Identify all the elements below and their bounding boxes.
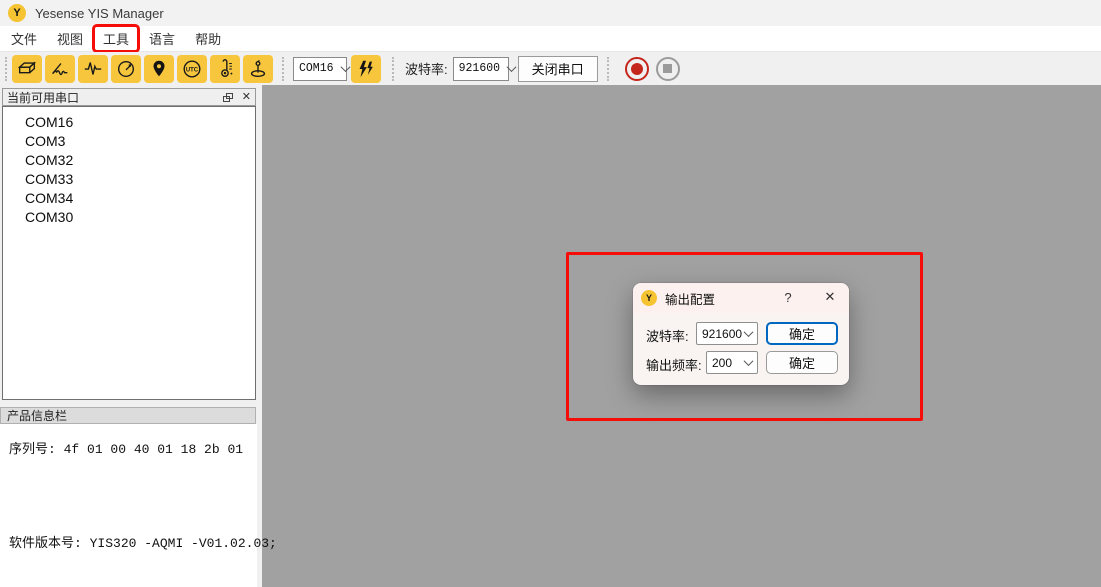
record-button[interactable] bbox=[625, 57, 649, 81]
menu-help[interactable]: 帮助 bbox=[186, 26, 230, 51]
serial-number-value: 4f 01 00 40 01 18 2b 01 bbox=[64, 442, 243, 457]
dialog-title-bar: Y 输出配置 bbox=[633, 283, 849, 313]
product-info-panel: 序列号: 4f 01 00 40 01 18 2b 01 软件版本号: YIS3… bbox=[0, 424, 257, 587]
svg-text:UTC: UTC bbox=[186, 67, 199, 73]
baud-select-value: 921600 bbox=[459, 62, 500, 75]
title-bar: Y Yesense YIS Manager bbox=[0, 0, 1101, 26]
close-panel-icon[interactable]: ✕ bbox=[242, 92, 251, 103]
cube-3d-icon[interactable] bbox=[12, 55, 42, 83]
app-window: Y Yesense YIS Manager 文件 视图 工具 语言 帮助 bbox=[0, 0, 1101, 587]
menu-view[interactable]: 视图 bbox=[48, 26, 92, 51]
stop-button[interactable] bbox=[656, 57, 680, 81]
refresh-ports-button[interactable] bbox=[351, 55, 381, 83]
baud-select[interactable]: 921600 bbox=[453, 57, 509, 81]
dialog-logo-icon: Y bbox=[641, 290, 657, 306]
gauge-icon[interactable] bbox=[111, 55, 141, 83]
thermometer-icon[interactable] bbox=[210, 55, 240, 83]
record-icon bbox=[631, 63, 643, 75]
float-panel-icon[interactable] bbox=[223, 93, 233, 102]
menu-file[interactable]: 文件 bbox=[2, 26, 46, 51]
port-select[interactable]: COM16 bbox=[293, 57, 347, 81]
close-serial-port-button[interactable]: 关闭串口 bbox=[518, 56, 598, 82]
list-item-port[interactable]: COM3 bbox=[3, 132, 255, 151]
menu-tools[interactable]: 工具 bbox=[94, 26, 138, 51]
app-logo-icon: Y bbox=[8, 4, 26, 22]
dialog-baud-select[interactable]: 921600 bbox=[696, 322, 758, 345]
location-pin-icon[interactable] bbox=[144, 55, 174, 83]
list-item-port[interactable]: COM32 bbox=[3, 151, 255, 170]
chevron-down-icon bbox=[340, 62, 350, 72]
dialog-baud-confirm-button[interactable]: 确定 bbox=[766, 322, 838, 345]
waveform-icon[interactable] bbox=[78, 55, 108, 83]
window-title: Yesense YIS Manager bbox=[35, 6, 164, 21]
dock-header: 当前可用串口 ✕ bbox=[2, 88, 256, 106]
serial-port-dock-panel: 当前可用串口 ✕ COM16 COM3 COM32 COM33 COM34 CO… bbox=[0, 85, 262, 587]
baud-rate-label: 波特率: bbox=[405, 59, 448, 78]
toolbar-grip[interactable] bbox=[392, 57, 394, 81]
list-item-port[interactable]: COM33 bbox=[3, 170, 255, 189]
port-select-value: COM16 bbox=[299, 62, 334, 75]
dialog-freq-confirm-button[interactable]: 确定 bbox=[766, 351, 838, 374]
toolbar-grip[interactable] bbox=[282, 57, 284, 81]
software-version-value: YIS320 -AQMI -V01.02.03; bbox=[90, 536, 277, 551]
dialog-freq-value: 200 bbox=[712, 356, 732, 370]
utc-clock-icon[interactable]: UTC bbox=[177, 55, 207, 83]
software-version-line: 软件版本号: YIS320 -AQMI -V01.02.03; bbox=[9, 532, 277, 551]
toolbar: UTC COM16 波特率: 9216 bbox=[0, 52, 1101, 85]
software-version-label: 软件版本号: bbox=[9, 536, 82, 551]
stop-icon bbox=[663, 64, 672, 73]
product-info-header: 产品信息栏 bbox=[0, 407, 256, 424]
dock-title: 当前可用串口 bbox=[7, 89, 79, 106]
output-config-dialog: Y 输出配置 ? ✕ 波特率: 921600 确定 输出频率: 200 确定 bbox=[633, 283, 849, 385]
list-item-port[interactable]: COM16 bbox=[3, 113, 255, 132]
dialog-title: 输出配置 bbox=[665, 289, 715, 308]
list-item-port[interactable]: COM34 bbox=[3, 189, 255, 208]
serial-number-label: 序列号: bbox=[9, 442, 56, 457]
menu-bar: 文件 视图 工具 语言 帮助 bbox=[0, 26, 1101, 52]
serial-number-line: 序列号: 4f 01 00 40 01 18 2b 01 bbox=[9, 438, 243, 457]
list-item-port[interactable]: COM30 bbox=[3, 208, 255, 227]
toolbar-grip[interactable] bbox=[607, 57, 609, 81]
chevron-down-icon bbox=[507, 62, 517, 72]
dialog-help-button[interactable]: ? bbox=[779, 290, 797, 305]
chevron-down-icon bbox=[744, 356, 754, 366]
chevron-down-icon bbox=[744, 327, 754, 337]
available-ports-list: COM16 COM3 COM32 COM33 COM34 COM30 bbox=[2, 106, 256, 400]
dialog-baud-label: 波特率: bbox=[646, 326, 689, 345]
dialog-close-button[interactable]: ✕ bbox=[821, 289, 839, 305]
dialog-baud-value: 921600 bbox=[702, 327, 742, 341]
toolbar-grip[interactable] bbox=[5, 57, 7, 81]
angle-waveform-icon[interactable] bbox=[45, 55, 75, 83]
joystick-icon[interactable] bbox=[243, 55, 273, 83]
dialog-freq-select[interactable]: 200 bbox=[706, 351, 758, 374]
menu-language[interactable]: 语言 bbox=[140, 26, 184, 51]
dialog-freq-label: 输出频率: bbox=[646, 355, 702, 374]
